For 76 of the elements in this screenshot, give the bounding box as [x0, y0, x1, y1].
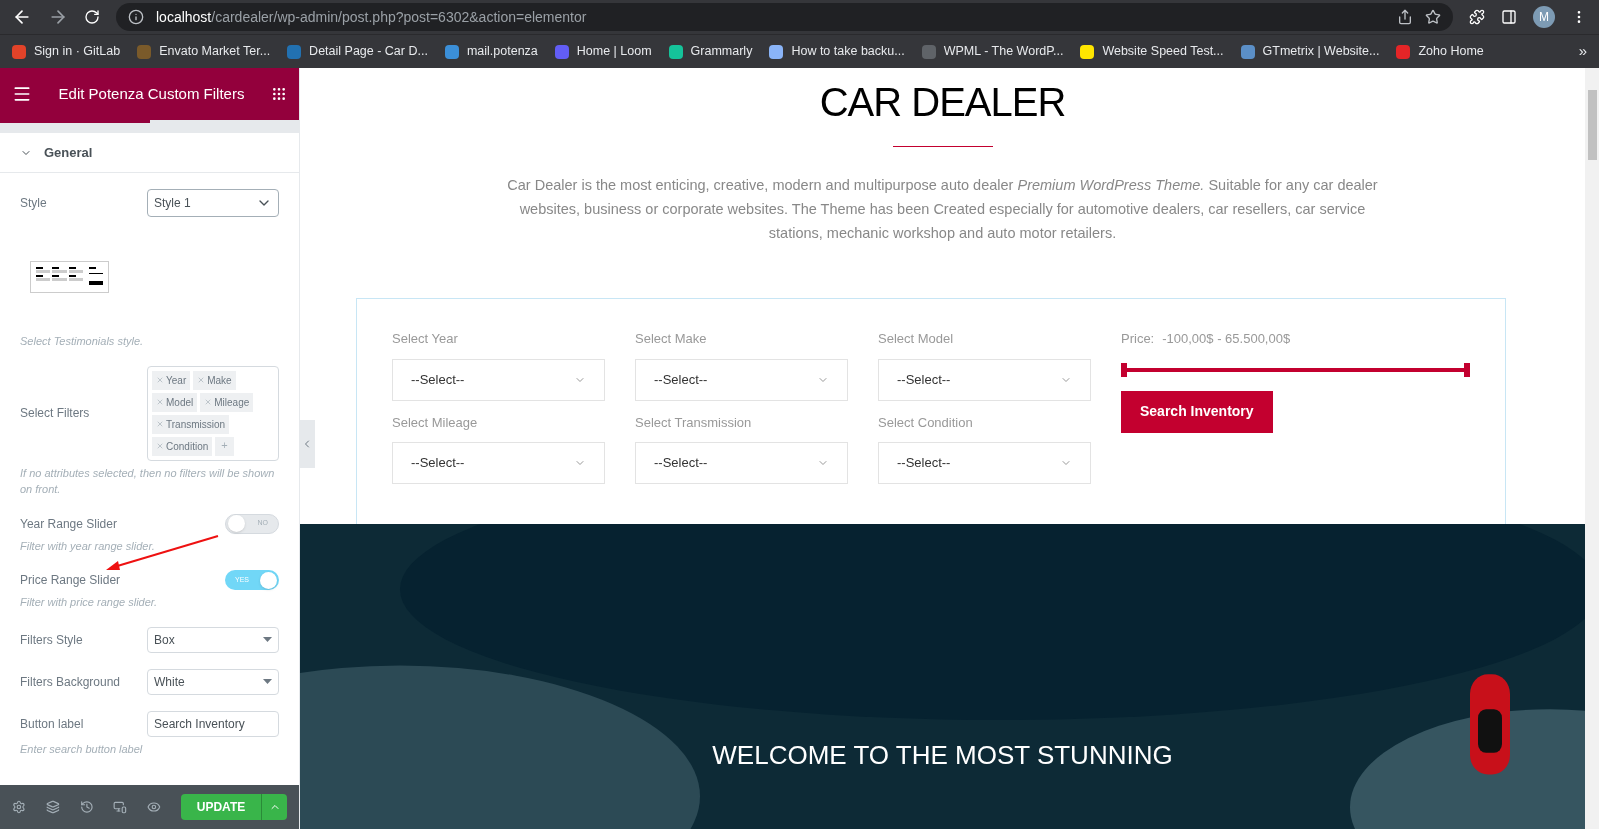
menu-icon[interactable] — [12, 84, 32, 104]
filter-label: Select Condition — [878, 413, 974, 432]
field-label: Filters Style — [20, 631, 83, 649]
apps-grid-icon[interactable] — [271, 86, 287, 102]
dropdown-select[interactable]: Box — [147, 626, 279, 653]
price-range-text: -100,00$ - 65.500,00$ — [1162, 330, 1291, 348]
bookmark[interactable]: How to take backu... — [769, 42, 905, 61]
bookmark[interactable]: WPML - The WordP... — [921, 42, 1064, 61]
bookmark[interactable]: Zoho Home — [1396, 42, 1484, 61]
bookmark[interactable]: GTmetrix | Website... — [1240, 42, 1380, 61]
field-label: Price Range Slider — [20, 572, 121, 589]
text-input[interactable]: Search Inventory — [147, 710, 279, 737]
section-header[interactable]: General — [0, 133, 299, 173]
filter-select[interactable]: --Select-- — [635, 358, 848, 401]
bookmark[interactable]: Envato Market Ter... — [137, 42, 271, 61]
caret-icon — [263, 637, 272, 642]
help-text: Select Testimonials style. — [20, 334, 145, 349]
responsive-icon[interactable] — [113, 799, 128, 815]
address-bar[interactable]: localhost/cardealer/wp-admin/post.php?post=6302&action=elementor — [116, 3, 1453, 31]
bookmark[interactable]: Sign in · GitLab — [12, 42, 121, 61]
price-label: Price: — [1121, 330, 1155, 348]
hero-heading: WELCOME TO THE MOST STUNNING — [711, 739, 1174, 772]
remove-icon — [156, 442, 164, 450]
remove-icon — [204, 398, 213, 406]
field-label: Select Filters — [20, 405, 90, 422]
page-title: CAR DEALER — [818, 79, 1067, 126]
filter-select[interactable]: --Select-- — [392, 358, 605, 401]
filter-select[interactable]: --Select-- — [878, 442, 1091, 484]
layers-icon[interactable] — [45, 799, 60, 815]
help-text: Filter with price range slider. — [20, 595, 159, 610]
filter-tag[interactable]: Model — [152, 392, 198, 412]
style-select[interactable]: Style 1 — [147, 189, 279, 217]
intro-paragraph: Car Dealer is the most enticing, creative, modern and multipurpose auto dealer Premium WordPress Theme. Suitable for any car dealer websites, business or corporate websites. The Theme has been Created especially for automotive dealers, car resellers, car service stations, mechanic workshop and auto motor retailers. — [506, 176, 1379, 243]
search-inventory-button[interactable]: Search Inventory — [1121, 390, 1273, 433]
reload-icon[interactable] — [84, 9, 100, 25]
remove-icon — [197, 376, 206, 384]
panel-title: Edit Potenza Custom Filters — [58, 83, 245, 104]
price-range-slider[interactable] — [1121, 362, 1470, 377]
bookmark[interactable]: Website Speed Test... — [1080, 42, 1224, 61]
field-label: Button label — [20, 715, 84, 733]
bookmark[interactable]: Home | Loom — [554, 42, 652, 61]
filter-label: Select Model — [878, 330, 955, 348]
filter-tag[interactable]: Year — [152, 370, 191, 390]
bookmark[interactable]: mail.potenza — [444, 42, 538, 61]
filter-label: Select Year — [392, 330, 459, 348]
remove-icon — [156, 376, 164, 384]
filter-select[interactable]: --Select-- — [392, 442, 605, 484]
scrollbar-thumb[interactable] — [1587, 90, 1597, 160]
filter-label: Select Mileage — [392, 413, 479, 432]
filter-tag[interactable]: Transmission — [152, 414, 230, 434]
preview-icon[interactable] — [147, 799, 161, 815]
filter-tag[interactable]: Condition — [152, 436, 213, 456]
remove-icon — [156, 420, 164, 428]
help-text: Enter search button label — [20, 741, 144, 757]
extensions-icon[interactable] — [1469, 9, 1485, 25]
more-bookmarks-button[interactable]: » — [1578, 40, 1587, 63]
filter-label: Select Transmission — [635, 413, 753, 432]
filter-select[interactable]: --Select-- — [635, 442, 848, 484]
filter-select[interactable]: --Select-- — [878, 358, 1091, 401]
caret-icon — [263, 679, 272, 684]
side-panel-icon[interactable] — [1501, 9, 1517, 25]
filter-tag[interactable]: Make — [193, 370, 236, 390]
bookmark[interactable]: Grammarly — [668, 42, 753, 61]
help-text: Filter with year range slider. — [20, 538, 156, 554]
remove-icon — [156, 398, 164, 406]
dropdown-select[interactable]: White — [147, 668, 279, 695]
field-label: Filters Background — [20, 673, 121, 691]
field-label: Year Range Slider — [20, 515, 117, 533]
help-text: If no attributes selected, then no filters will be shown on front. — [20, 465, 276, 497]
settings-icon[interactable] — [12, 799, 26, 815]
filter-tag[interactable]: Mileage — [200, 392, 254, 412]
history-icon[interactable] — [79, 799, 94, 815]
filter-label: Select Make — [635, 330, 708, 348]
filters-multiselect[interactable]: Year Make Model Mileage Transmission Condition + — [147, 365, 279, 461]
bookmark[interactable]: Detail Page - Car D... — [287, 42, 428, 61]
field-label: Style — [20, 195, 47, 212]
